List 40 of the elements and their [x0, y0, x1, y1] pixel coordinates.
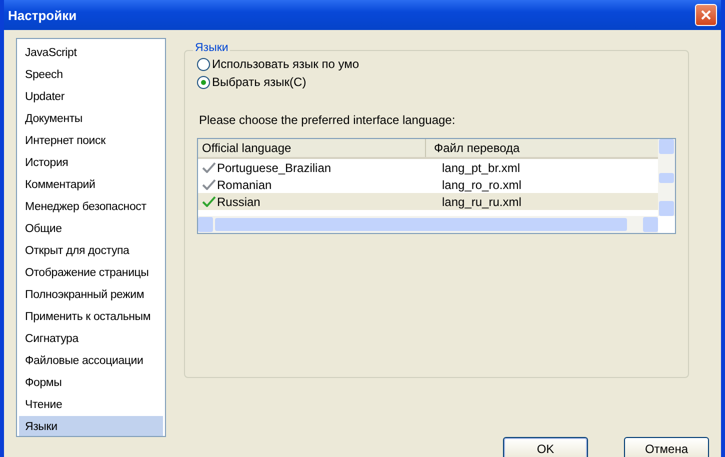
horizontal-scrollbar[interactable] [198, 216, 658, 233]
radio-option[interactable]: Выбрать язык(C) [197, 73, 306, 91]
category-item[interactable]: Полноэкранный режим [19, 284, 163, 306]
prompt-text: Please choose the preferred interface language: [199, 113, 456, 129]
table-row[interactable]: Portuguese_Brazilian lang_pt_br.xml [198, 159, 658, 176]
category-item[interactable]: Чтение [19, 394, 163, 416]
table-row[interactable]: Russian lang_ru_ru.xml [198, 193, 658, 210]
dialog-button[interactable]: OK [503, 437, 588, 457]
category-item[interactable]: Языки [19, 416, 163, 436]
group-label: Языки [193, 42, 230, 54]
category-item[interactable]: Документы [19, 108, 163, 130]
table-cell: Portuguese_Brazilian [217, 160, 332, 174]
category-item[interactable]: Speech [19, 64, 163, 86]
table-cell-text: lang_pt_br.xml [441, 160, 520, 174]
category-item[interactable]: Общие [19, 218, 163, 240]
table-cell: Romanian [217, 178, 272, 192]
table-cell: Russian [217, 194, 260, 208]
category-item[interactable]: Комментарий [19, 174, 163, 196]
column-header[interactable]: Official language [198, 139, 426, 157]
category-item[interactable]: Updater [19, 86, 163, 108]
table-cell-text: lang_ro_ro.xml [441, 178, 522, 192]
category-item[interactable]: Сигнатура [19, 328, 163, 350]
category-item[interactable]: История [19, 152, 163, 174]
dialog-button[interactable]: Отмена [624, 437, 709, 457]
category-item[interactable]: Открыт для доступа [19, 240, 163, 262]
table-row[interactable]: Romanian lang_ro_ro.xml [198, 176, 658, 193]
category-item[interactable]: Менеджер безопасност [19, 196, 163, 218]
category-item[interactable]: Формы [19, 372, 163, 394]
category-item[interactable]: Файловые ассоциации [19, 350, 163, 372]
category-item[interactable]: Отображение страницы [19, 262, 163, 284]
category-item[interactable]: JavaScript [19, 42, 163, 64]
vertical-scrollbar[interactable] [658, 139, 675, 216]
radio-option[interactable]: Использовать язык по умо [197, 55, 360, 73]
window-title: Настройки [8, 8, 77, 22]
category-item[interactable]: Интернет поиск [19, 130, 163, 152]
close-button[interactable] [695, 4, 717, 26]
table-cell-text: lang_ru_ru.xml [441, 194, 522, 208]
column-header[interactable]: Файл перевода [426, 139, 520, 157]
close-icon [700, 9, 712, 21]
category-item[interactable]: Применить к остальным [19, 306, 163, 328]
